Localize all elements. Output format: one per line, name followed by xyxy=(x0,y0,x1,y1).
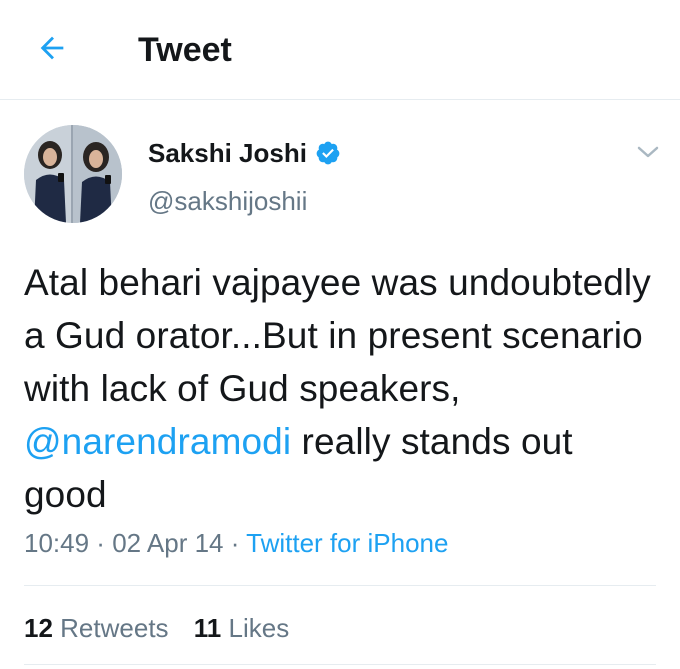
tweet-date: 02 Apr 14 xyxy=(112,528,224,558)
tweet-text-part: Atal behari vajpayee was undoubtedly a G… xyxy=(24,262,651,409)
divider xyxy=(24,664,656,665)
tweet-source-link[interactable]: Twitter for iPhone xyxy=(246,528,448,558)
mention-link[interactable]: @narendramodi xyxy=(24,421,291,462)
likes-label: Likes xyxy=(228,613,290,643)
verified-badge-icon xyxy=(315,140,341,166)
retweets-count: 12 xyxy=(24,613,53,643)
page-title: Tweet xyxy=(138,31,232,69)
likes-count: 11 xyxy=(193,613,222,643)
back-button[interactable] xyxy=(28,28,76,72)
tweet-text: Atal behari vajpayee was undoubtedly a G… xyxy=(24,256,664,521)
user-display-name[interactable]: Sakshi Joshi xyxy=(148,137,341,169)
chevron-down-icon[interactable] xyxy=(634,140,662,164)
divider xyxy=(24,585,656,586)
display-name-text: Sakshi Joshi xyxy=(148,138,307,168)
tweet-stats: 12 Retweets 11 Likes xyxy=(24,611,307,645)
separator-dot: · xyxy=(89,528,113,558)
top-bar: Tweet xyxy=(0,0,680,100)
avatar[interactable] xyxy=(24,125,122,223)
retweets-stat[interactable]: 12 Retweets xyxy=(24,613,169,643)
separator-dot: · xyxy=(223,528,247,558)
arrow-left-icon xyxy=(35,31,69,70)
tweet-metadata: 10:49 · 02 Apr 14 · Twitter for iPhone xyxy=(24,526,448,560)
user-handle[interactable]: @sakshijoshii xyxy=(148,184,307,218)
tweet-time: 10:49 xyxy=(24,528,90,558)
likes-stat[interactable]: 11 Likes xyxy=(194,613,289,643)
retweets-label: Retweets xyxy=(60,613,169,643)
